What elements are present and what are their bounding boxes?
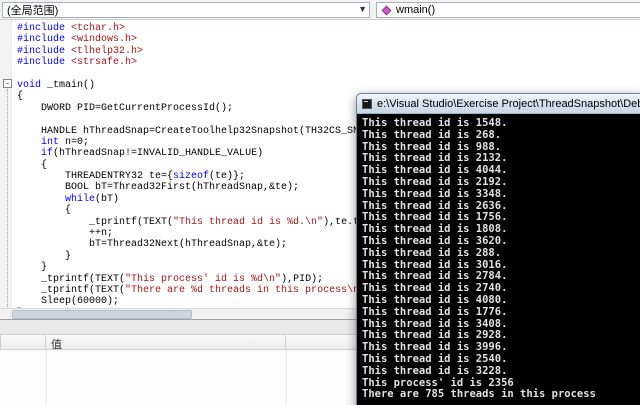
console-line: This thread id is 1776.: [362, 305, 508, 318]
scope-dropdown[interactable]: (全局范围) ▼: [2, 2, 370, 18]
code-line: void _tmain(): [17, 79, 96, 91]
console-line: This thread id is 288.: [362, 246, 502, 259]
code-line: #include <strsafe.h>: [17, 57, 138, 69]
console-title-text: e:\Visual Studio\Exercise Project\Thread…: [377, 97, 640, 110]
column-divider: [46, 350, 47, 405]
member-dropdown[interactable]: wmain(): [376, 2, 640, 18]
code-line: #include <tlhelp32.h>: [17, 45, 144, 57]
console-line: This thread id is 3348.: [362, 187, 508, 200]
member-dropdown-label: wmain(): [396, 4, 436, 16]
console-window[interactable]: e:\Visual Studio\Exercise Project\Thread…: [356, 93, 640, 405]
console-line: This thread id is 3228.: [362, 364, 508, 377]
column-header-value[interactable]: 值: [46, 334, 286, 351]
code-line: #include <windows.h>: [17, 34, 138, 46]
chevron-down-icon[interactable]: ▼: [358, 4, 367, 14]
scope-dropdown-label: (全局范围): [7, 5, 59, 17]
console-output: This thread id is 1548. This thread id is…: [357, 114, 640, 405]
console-line: This thread id is 268.: [362, 128, 502, 141]
console-line: This thread id is 2192.: [362, 175, 508, 188]
collapse-region-icon[interactable]: -: [3, 79, 12, 88]
scrollbar-thumb[interactable]: [12, 310, 192, 319]
console-line: This thread id is 3620.: [362, 234, 508, 247]
column-divider: [286, 350, 287, 405]
navigation-bar: (全局范围) ▼ wmain(): [0, 0, 640, 20]
console-line: There are 785 threads in this process: [362, 388, 596, 401]
console-line: This thread id is 2540.: [362, 352, 508, 365]
method-icon: [381, 5, 392, 15]
console-line: This thread id is 4080.: [362, 293, 508, 306]
console-title-bar[interactable]: e:\Visual Studio\Exercise Project\Thread…: [357, 94, 640, 114]
console-icon: [362, 98, 372, 109]
column-header-name[interactable]: [0, 334, 46, 350]
code-line: #include <tchar.h>: [17, 23, 126, 34]
